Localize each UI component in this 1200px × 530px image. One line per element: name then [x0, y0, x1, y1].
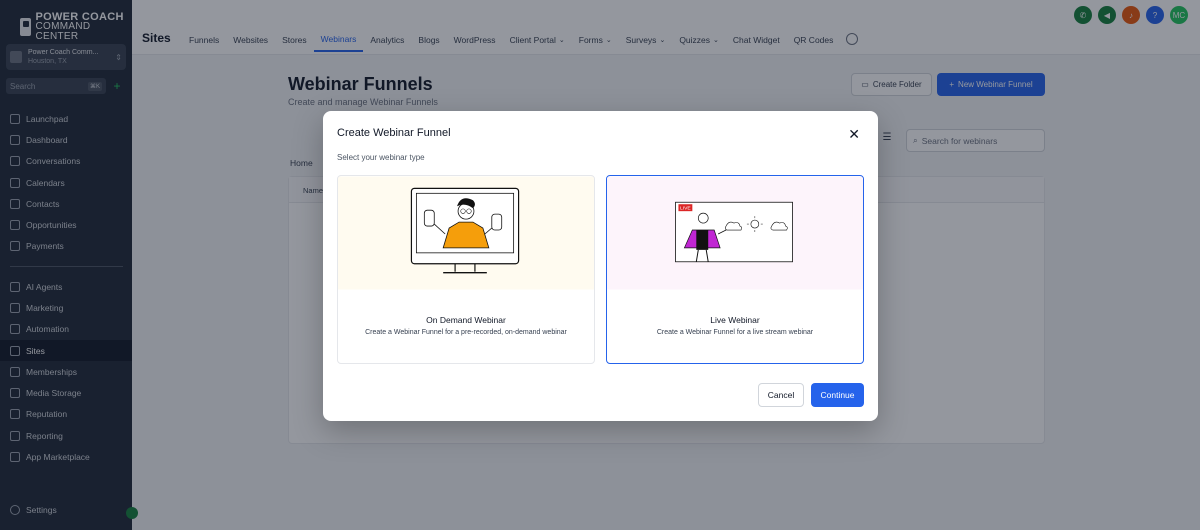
on-demand-webinar-card[interactable]: On Demand Webinar Create a Webinar Funne… — [337, 175, 595, 364]
modal-title: Create Webinar Funnel — [337, 127, 451, 139]
cancel-button[interactable]: Cancel — [758, 383, 804, 407]
live-badge: LIVE — [680, 206, 691, 212]
live-card-title: Live Webinar — [710, 315, 760, 325]
on-demand-illustration — [338, 176, 594, 290]
live-illustration: LIVE — [607, 176, 863, 290]
modal-subtitle: Select your webinar type — [337, 153, 425, 162]
on-demand-card-title: On Demand Webinar — [426, 315, 506, 325]
live-card-description: Create a Webinar Funnel for a live strea… — [656, 329, 814, 336]
create-webinar-funnel-modal: Create Webinar Funnel ✕ Select your webi… — [323, 111, 878, 421]
live-webinar-card[interactable]: LIVE Live Webinar Create a Webinar Funne… — [606, 175, 864, 364]
close-icon[interactable]: ✕ — [848, 127, 860, 141]
on-demand-card-description: Create a Webinar Funnel for a pre-record… — [365, 329, 567, 336]
continue-button[interactable]: Continue — [811, 383, 864, 407]
